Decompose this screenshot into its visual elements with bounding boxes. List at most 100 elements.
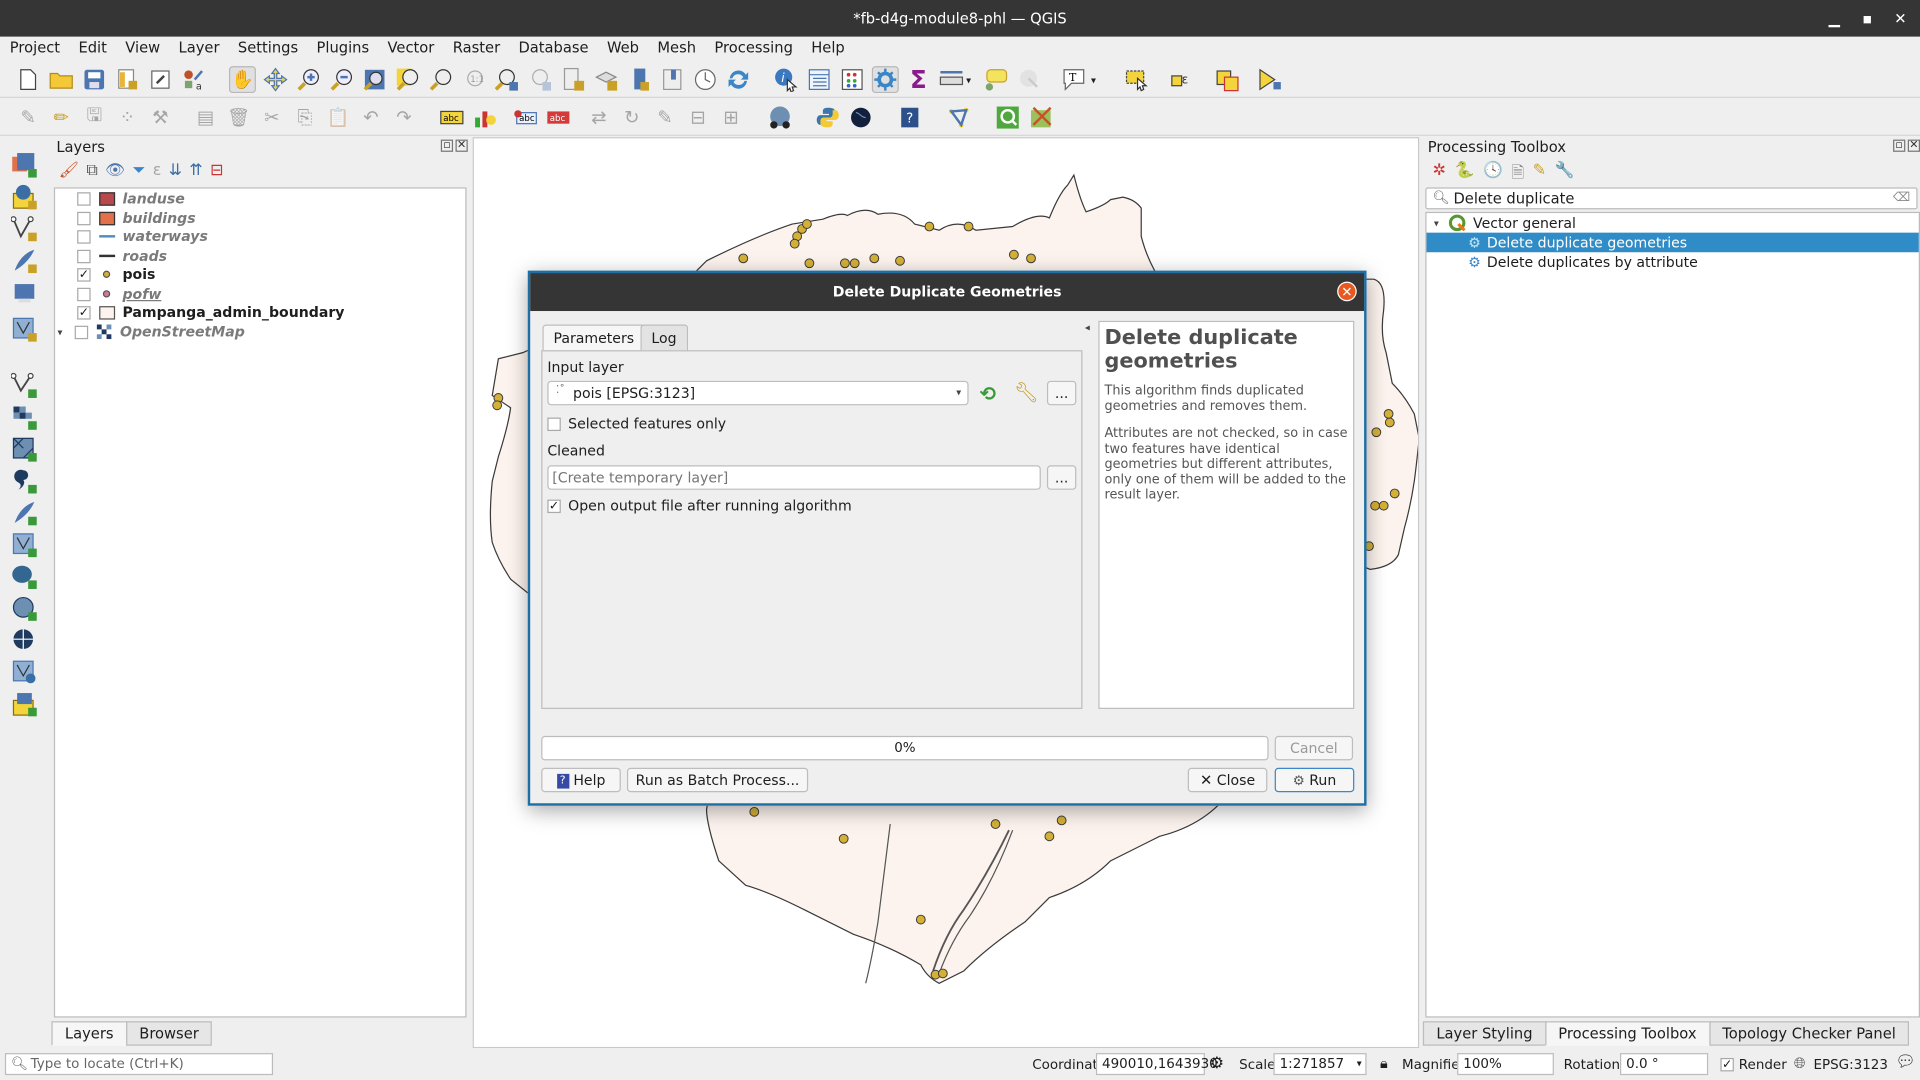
lock-scale-icon[interactable]: 🔒︎ [1380,1054,1388,1072]
statistical-summary-icon[interactable]: Σ [905,65,932,94]
new-map-view-icon[interactable] [593,66,620,93]
menu-web[interactable]: Web [597,38,647,61]
data-source-manager-icon[interactable] [11,152,38,179]
zoom-in-icon[interactable] [295,66,322,93]
advanced-options-wrench-icon[interactable]: 🔧︎ [1014,381,1039,404]
new-geopackage-icon[interactable] [11,184,38,211]
layer-visibility-checkbox[interactable]: ✓ [77,305,91,319]
select-location-icon[interactable] [1256,66,1283,93]
results-viewer-icon[interactable]: 🗎 [1511,162,1524,189]
new-spatialite-layer-icon[interactable] [11,316,38,343]
layer-visibility-checkbox[interactable] [77,191,91,206]
close-panel-icon[interactable]: ✕ [1907,139,1920,152]
delete-selected-icon[interactable]: 🗑 [225,104,252,131]
menu-vector[interactable]: Vector [378,38,443,61]
run-button[interactable]: ⚙ Run [1274,767,1355,793]
attribute-table-icon[interactable] [806,66,833,93]
tree-item-delete-duplicates-by-attribute[interactable]: ⚙ Delete duplicates by attribute [1427,252,1698,272]
tab-layers[interactable]: Layers [51,1021,128,1046]
zoom-last-icon[interactable] [493,66,520,93]
edit-features-in-place-icon[interactable]: ✎ [1533,162,1546,189]
open-output-row[interactable]: ✓ Open output file after running algorit… [547,497,852,514]
help-button[interactable]: ? Help [541,767,621,793]
layer-visibility-checkbox[interactable] [77,229,91,244]
menu-view[interactable]: View [115,38,168,61]
zoom-full-icon[interactable] [361,66,388,93]
tab-layer-styling[interactable]: Layer Styling [1422,1021,1547,1046]
toggle-editing-icon[interactable]: ✏ [48,104,75,131]
options-icon[interactable]: 🔧 [1555,162,1575,189]
topology-checker-icon[interactable] [945,104,972,131]
add-mesh-layer-icon[interactable] [11,436,38,463]
show-hide-labels-icon[interactable]: ⊟ [684,104,711,131]
hide-labels-icon[interactable]: abc [545,104,572,131]
style-manager-icon[interactable]: a [180,66,207,93]
new-print-layout-icon[interactable] [114,66,141,93]
remove-layer-icon[interactable]: ⊟ [210,162,223,180]
new-spatial-bookmark-icon[interactable] [560,66,587,93]
menu-edit[interactable]: Edit [69,38,116,61]
menu-layer[interactable]: Layer [169,38,228,61]
add-wfs-layer-icon[interactable] [11,659,38,686]
layer-visibility-checkbox[interactable] [77,249,91,263]
float-panel-icon[interactable]: ▫ [440,139,454,152]
maximize-button[interactable]: ▪ [1850,0,1884,37]
style-panel-icon[interactable]: 🖌 [59,162,79,180]
layer-item-landuse[interactable]: landuse [77,189,469,209]
layer-visibility-checkbox[interactable] [77,211,91,225]
selected-only-row[interactable]: Selected features only [547,415,726,432]
layer-item-pofw[interactable]: pofw [77,284,469,304]
rotate-label-icon[interactable]: ↻ [618,104,645,131]
modify-attributes-icon[interactable]: ▤ [192,104,219,131]
save-project-icon[interactable] [81,66,108,93]
web-globe-icon[interactable] [847,104,874,131]
zoom-native-icon[interactable]: 1:1 [460,66,487,93]
locator-search-input[interactable]: 🔍︎ Type to locate (Ctrl+K) [4,1053,274,1076]
add-delimited-text-icon[interactable] [11,468,38,495]
add-postgis-layer-icon[interactable] [11,563,38,590]
menu-project[interactable]: Project [0,38,69,61]
filter-expression-icon[interactable]: ε [153,162,162,180]
layer-visibility-checkbox[interactable]: ✓ [77,267,91,282]
tab-topology-checker[interactable]: Topology Checker Panel [1708,1021,1910,1046]
measure-line-icon[interactable] [938,66,965,93]
add-gpx-layer-icon[interactable] [11,500,38,527]
float-panel-icon[interactable]: ▫ [1893,139,1906,152]
menu-mesh[interactable]: Mesh [648,38,705,61]
move-label-icon[interactable]: ⇄ [585,104,612,131]
field-calculator-icon[interactable] [839,66,866,93]
add-group-icon[interactable]: ⧉ [86,162,97,180]
close-window-button[interactable]: ✕ [1883,0,1917,37]
temporal-controller-icon[interactable] [692,66,719,93]
pan-to-selection-icon[interactable] [262,66,289,93]
menu-database[interactable]: Database [509,38,597,61]
layer-visibility-checkbox[interactable] [77,287,91,301]
messages-icon[interactable]: 💬︎ [1896,1053,1916,1071]
annotation-dropdown-icon[interactable]: ▾ [1087,66,1099,93]
run-as-batch-button[interactable]: Run as Batch Process... [626,767,809,793]
collapse-help-icon[interactable]: ◂ [1085,322,1090,333]
scripts-icon[interactable]: 🐍 [1455,162,1475,189]
paste-features-icon[interactable]: 📋 [324,104,351,131]
menu-plugins[interactable]: Plugins [307,38,378,61]
label-properties-icon[interactable]: ⊞ [718,104,745,131]
close-button[interactable]: ✕ Close [1187,767,1268,793]
magnifier-spinbox[interactable]: 100% [1457,1053,1554,1076]
select-by-value-icon[interactable]: ε [1168,66,1195,93]
qgis-help-icon[interactable]: ? [896,104,923,131]
zoom-next-icon[interactable] [527,66,554,93]
vertex-tool-icon[interactable]: ⚒ [147,104,174,131]
add-raster-layer-icon[interactable] [11,404,38,431]
cleaned-output-input[interactable] [547,465,1041,490]
pan-map-icon[interactable]: ✋ [228,66,256,94]
current-edits-icon[interactable]: ✎ [15,104,42,131]
tab-processing-toolbox[interactable]: Processing Toolbox [1544,1021,1711,1046]
spatial-bookmarks-icon[interactable] [659,66,686,93]
layer-diagram-icon[interactable] [471,104,498,131]
new-shapefile-icon[interactable] [11,216,38,243]
layer-labeling-icon[interactable]: abc [438,104,465,131]
menu-raster[interactable]: Raster [443,38,509,61]
new-temporary-layer-icon[interactable] [11,247,38,274]
menu-help[interactable]: Help [801,38,853,61]
new-virtual-layer-icon[interactable] [11,279,38,306]
